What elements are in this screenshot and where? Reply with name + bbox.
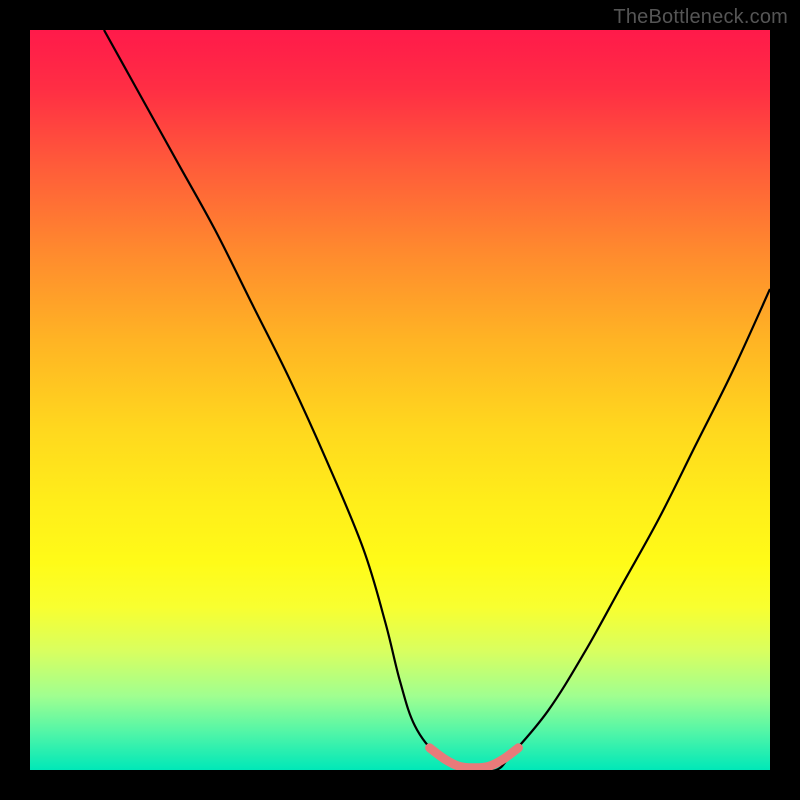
optimal-zone-line (430, 748, 519, 768)
watermark-text: TheBottleneck.com (613, 6, 788, 29)
chart-overlay (30, 30, 770, 770)
bottleneck-curve-line (104, 30, 770, 770)
bottleneck-chart (30, 30, 770, 770)
